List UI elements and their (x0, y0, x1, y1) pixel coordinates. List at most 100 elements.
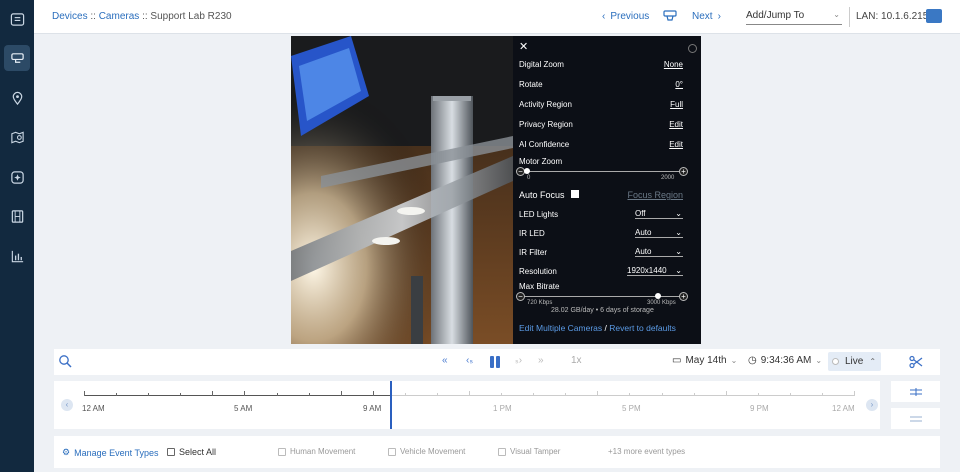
timeline-label: 1 PM (493, 404, 512, 413)
breadcrumb-separator: :: (142, 11, 148, 22)
breadcrumb: Devices :: Cameras :: Support Lab R230 (52, 11, 232, 22)
map-search-icon[interactable] (4, 124, 30, 150)
ir-filter-select[interactable]: Auto ⌄ (635, 247, 683, 257)
storage-info: 28.02 GB/day • 6 days of storage (551, 307, 654, 314)
date-picker[interactable]: ▭ May 14th ⌄ (672, 355, 737, 366)
info-icon[interactable] (688, 44, 697, 53)
timeline[interactable]: ‹ 12 AM 5 AM 9 AM 1 PM 5 PM 9 PM 12 AM › (54, 381, 880, 429)
timeline-tick (693, 393, 695, 396)
settings-links: Edit Multiple Cameras / Revert to defaul… (519, 323, 676, 333)
select-all-checkbox[interactable]: Select All (167, 447, 216, 457)
timeline-tick (597, 391, 599, 396)
close-icon[interactable]: ✕ (519, 40, 528, 53)
focus-region-link[interactable]: Focus Region (627, 190, 683, 200)
more-event-types-link[interactable]: +13 more event types (608, 447, 685, 456)
breadcrumb-cameras-link[interactable]: Cameras (99, 11, 140, 22)
motor-zoom-slider[interactable]: − + (516, 167, 688, 176)
timeline-playhead[interactable] (390, 381, 392, 429)
timeline-future-track (391, 395, 854, 396)
slider-handle[interactable] (655, 293, 661, 299)
manage-event-types-button[interactable]: ⚙ Manage Event Types (62, 447, 158, 458)
chevron-down-icon: ⌄ (833, 10, 840, 19)
add-jump-to-select[interactable]: Add/Jump To ⌄ (746, 10, 842, 25)
timeline-tick (725, 391, 727, 396)
chevron-down-icon: ⌄ (675, 266, 682, 275)
expand-icon (909, 387, 922, 396)
calendar-icon: ▭ (672, 355, 682, 366)
breadcrumb-current: Support Lab R230 (150, 11, 232, 22)
chevron-down-icon: ⌄ (675, 228, 682, 237)
auto-focus-checkbox[interactable] (570, 190, 579, 198)
ir-led-select[interactable]: Auto ⌄ (635, 228, 683, 238)
next-button[interactable]: Next › (692, 11, 721, 22)
timeline-tick (372, 391, 374, 396)
camera-settings-panel: ✕ Digital Zoom None Rotate 0° Activity R… (513, 36, 701, 344)
chevron-left-icon: ‹ (602, 11, 606, 22)
max-bitrate-row: Max Bitrate (519, 282, 560, 291)
film-icon[interactable] (4, 203, 30, 229)
timeline-tick (629, 393, 631, 396)
rotate-link[interactable]: 0° (675, 80, 683, 89)
human-movement-checkbox[interactable]: Human Movement (278, 447, 355, 456)
visual-tamper-checkbox[interactable]: Visual Tamper (498, 447, 560, 456)
playback-speed[interactable]: 1x (571, 355, 582, 366)
fast-forward-icon[interactable]: » (538, 355, 544, 366)
playback-controls: « ‹ₛ ₛ› » 1x ▭ May 14th ⌄ ◷ 9:34:36 AM ⌄… (54, 349, 940, 375)
timeline-label: 12 AM (832, 404, 855, 413)
auto-focus-toggle[interactable]: Auto Focus (519, 190, 579, 200)
chevron-down-icon: ⌄ (815, 356, 823, 365)
ai-confidence-link[interactable]: Edit (669, 140, 683, 149)
event-filter-bar: ⚙ Manage Event Types Select All Human Mo… (54, 436, 940, 468)
step-forward-icon[interactable]: ₛ› (515, 355, 522, 366)
led-lights-row: LED Lights Off ⌄ (519, 209, 683, 219)
chart-icon[interactable] (4, 243, 30, 269)
timeline-tick (661, 393, 663, 396)
camera-icon[interactable] (663, 10, 677, 22)
max-bitrate-slider[interactable]: − + (516, 292, 688, 301)
slider-handle[interactable] (524, 168, 530, 174)
clip-button[interactable] (891, 349, 940, 375)
privacy-region-link[interactable]: Edit (669, 120, 683, 129)
privacy-region-row: Privacy Region Edit (519, 120, 683, 129)
breadcrumb-devices-link[interactable]: Devices (52, 11, 88, 22)
location-pin-icon[interactable] (4, 85, 30, 111)
timeline-tick (501, 393, 503, 396)
divider (849, 7, 850, 27)
activity-region-link[interactable]: Full (670, 100, 683, 109)
zoom-in-timeline-button[interactable] (891, 381, 940, 402)
scissors-icon (908, 355, 922, 369)
timeline-label: 9 PM (750, 404, 769, 413)
minus-icon[interactable]: − (516, 292, 525, 301)
digital-zoom-link[interactable]: None (664, 60, 683, 69)
timeline-forward-arrow[interactable]: › (866, 399, 878, 411)
rotate-row: Rotate 0° (519, 80, 683, 89)
rewind-icon[interactable]: « (442, 355, 448, 366)
activity-region-row: Activity Region Full (519, 100, 683, 109)
zoom-search-icon[interactable] (58, 354, 72, 368)
lan-address: LAN: 10.1.6.215 (856, 11, 929, 22)
network-icon[interactable] (926, 9, 942, 23)
edit-multiple-cameras-link[interactable]: Edit Multiple Cameras (519, 323, 602, 333)
timeline-tick (436, 393, 438, 396)
plus-icon[interactable]: + (679, 167, 688, 176)
led-lights-select[interactable]: Off ⌄ (635, 209, 683, 219)
chevron-up-icon: ⌃ (869, 357, 877, 366)
timeline-label: 12 AM (82, 404, 105, 413)
sidebar (0, 0, 34, 472)
live-button[interactable]: Live ⌃ (828, 352, 881, 371)
revert-to-defaults-link[interactable]: Revert to defaults (609, 323, 676, 333)
vehicle-movement-checkbox[interactable]: Vehicle Movement (388, 447, 465, 456)
resolution-select[interactable]: 1920x1440 ⌄ (627, 266, 683, 276)
pause-button[interactable] (490, 356, 501, 368)
grid-icon[interactable] (4, 6, 30, 32)
timeline-label: 5 PM (622, 404, 641, 413)
step-back-icon[interactable]: ‹ₛ (466, 355, 473, 366)
zoom-out-timeline-button[interactable] (891, 408, 940, 429)
timeline-tick (340, 391, 342, 396)
event-icon[interactable] (4, 164, 30, 190)
camera-list-icon[interactable] (4, 45, 30, 71)
plus-icon[interactable]: + (679, 292, 688, 301)
previous-button[interactable]: ‹ Previous (602, 11, 649, 22)
time-picker[interactable]: ◷ 9:34:36 AM ⌄ (748, 355, 822, 366)
timeline-back-arrow[interactable]: ‹ (61, 399, 73, 411)
